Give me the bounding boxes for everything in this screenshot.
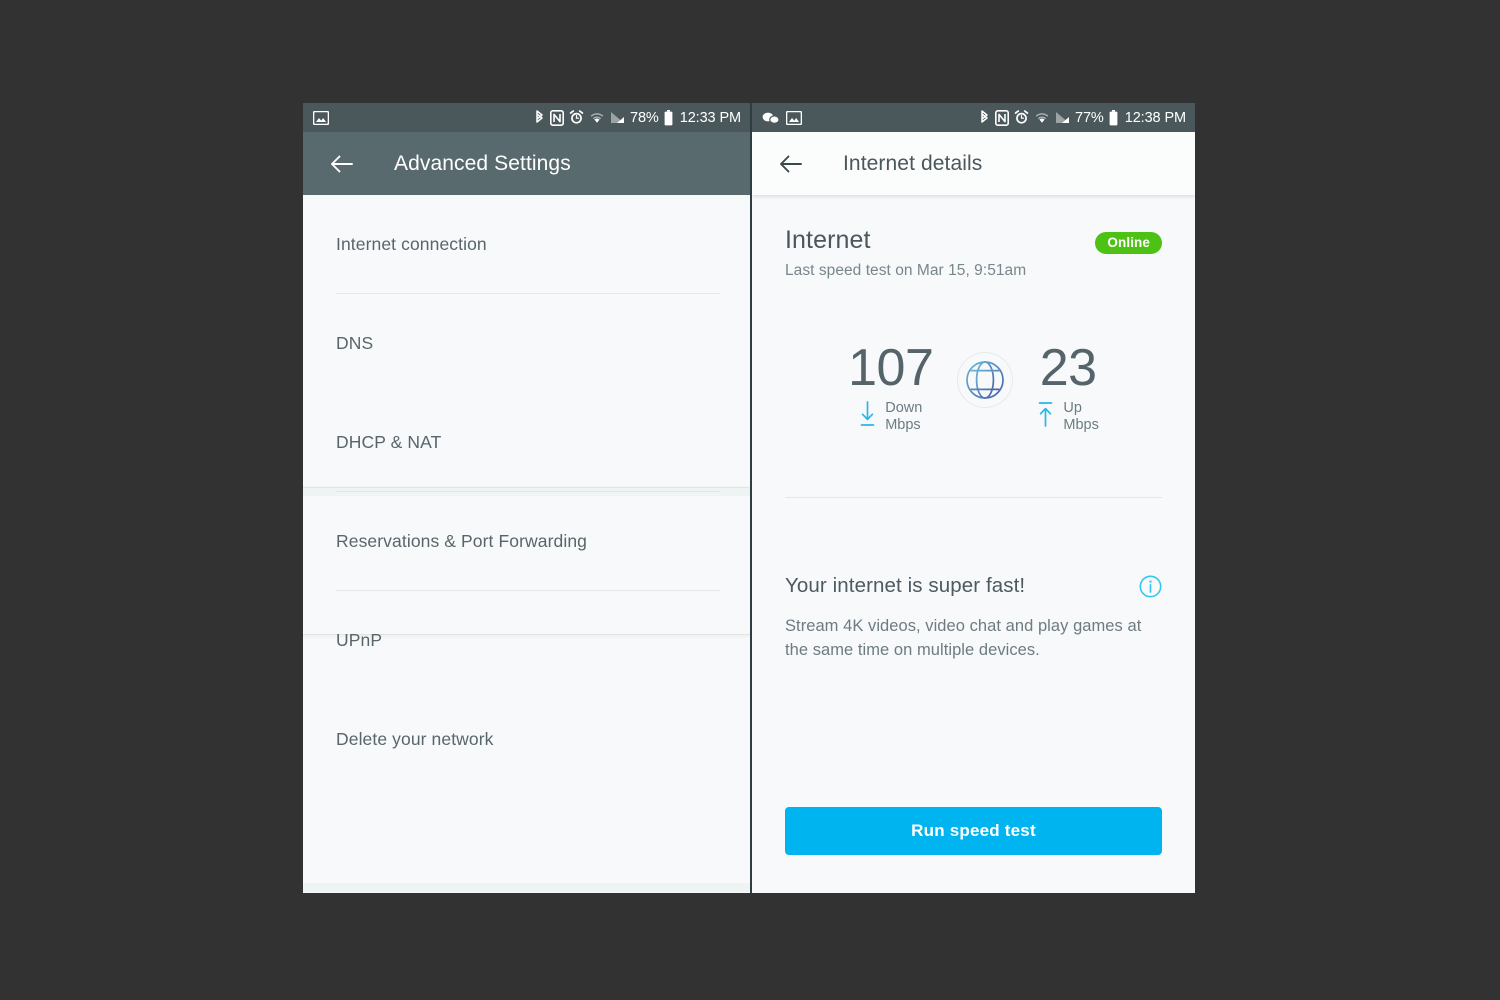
signal-icon	[1055, 111, 1070, 124]
download-arrow-icon	[859, 399, 876, 434]
upload-unit-label: Mbps	[1063, 416, 1099, 433]
page-title: Advanced Settings	[394, 151, 571, 175]
info-icon[interactable]	[1139, 575, 1162, 598]
upload-labels: Up Mbps	[1063, 400, 1098, 434]
download-speed-meta: Down Mbps	[859, 399, 922, 434]
right-status-bar: 77% 12:38 PM	[752, 103, 1195, 132]
back-arrow-icon	[780, 155, 802, 172]
section-divider	[785, 497, 1162, 499]
left-app-bar: Advanced Settings	[303, 132, 750, 195]
last-speed-test-label: Last speed test on Mar 15, 9:51am	[785, 261, 1027, 279]
upload-speed-block: 23 Up Mbps	[1037, 338, 1099, 434]
download-labels: Down Mbps	[885, 400, 922, 434]
right-phone-panel: 77% 12:38 PM Internet details Internet L…	[750, 103, 1195, 893]
upload-speed-value: 23	[1039, 338, 1097, 397]
battery-icon	[664, 109, 673, 126]
sidebar-item-label: DHCP & NAT	[336, 432, 442, 452]
chat-bubbles-icon	[762, 111, 780, 125]
upload-speed-meta: Up Mbps	[1037, 399, 1099, 434]
status-badge: Online	[1095, 232, 1162, 254]
sidebar-item-label: Delete your network	[336, 729, 494, 749]
speed-message-header: Your internet is super fast!	[785, 574, 1162, 598]
bluetooth-icon	[979, 109, 990, 126]
upload-direction-label: Up	[1063, 399, 1082, 416]
speed-message-title: Your internet is super fast!	[785, 574, 1026, 598]
internet-details-content: Internet Last speed test on Mar 15, 9:51…	[752, 195, 1195, 893]
sidebar-item-dns[interactable]: DNS	[303, 294, 750, 393]
section-divider-band	[303, 883, 750, 892]
left-status-notification-icons	[313, 110, 329, 125]
sidebar-item-dhcp-nat[interactable]: DHCP & NAT	[303, 393, 750, 492]
sidebar-item-label: Reservations & Port Forwarding	[336, 531, 588, 551]
battery-percent-label: 78%	[630, 109, 659, 126]
run-speed-test-button[interactable]: Run speed test	[785, 807, 1162, 855]
download-unit-label: Mbps	[885, 416, 921, 433]
battery-percent-label: 77%	[1075, 109, 1104, 126]
download-speed-value: 107	[848, 338, 934, 397]
alarm-icon	[1014, 110, 1029, 125]
right-app-bar: Internet details	[752, 132, 1195, 195]
sidebar-item-reservations-port-forwarding[interactable]: Reservations & Port Forwarding	[303, 492, 750, 591]
page-title: Internet details	[843, 151, 983, 175]
nfc-icon	[550, 109, 564, 126]
alarm-icon	[569, 110, 584, 125]
sidebar-item-upnp[interactable]: UPnP	[303, 591, 750, 690]
wifi-icon	[1034, 111, 1050, 124]
globe-icon	[957, 351, 1014, 408]
download-direction-label: Down	[885, 399, 923, 416]
dual-phone-screenshot: 78% 12:33 PM Advanced Settings Internet …	[303, 103, 1195, 893]
image-icon	[313, 110, 329, 125]
sidebar-item-internet-connection[interactable]: Internet connection	[303, 195, 750, 294]
advanced-settings-menu: Internet connection DNS DHCP & NAT Reser…	[303, 195, 750, 893]
internet-header: Internet Last speed test on Mar 15, 9:51…	[785, 195, 1162, 280]
speed-message-body: Stream 4K videos, video chat and play ga…	[785, 617, 1142, 659]
clock-label: 12:38 PM	[1124, 109, 1186, 126]
wifi-icon	[589, 111, 605, 124]
bluetooth-icon	[534, 109, 545, 126]
back-button[interactable]	[321, 143, 363, 185]
left-status-system-icons: 78% 12:33 PM	[534, 109, 741, 126]
sidebar-item-delete-your-network[interactable]: Delete your network	[303, 690, 750, 789]
right-status-notification-icons	[762, 110, 802, 125]
left-status-bar: 78% 12:33 PM	[303, 103, 750, 132]
left-phone-panel: 78% 12:33 PM Advanced Settings Internet …	[303, 103, 750, 893]
clock-label: 12:33 PM	[679, 109, 741, 126]
sidebar-item-label: UPnP	[336, 630, 383, 650]
download-speed-block: 107 Down Mbps	[848, 338, 934, 434]
sidebar-item-label: DNS	[336, 333, 374, 353]
image-icon	[786, 110, 802, 125]
nfc-icon	[995, 109, 1009, 126]
back-arrow-icon	[331, 155, 353, 172]
upload-arrow-icon	[1037, 399, 1054, 434]
battery-icon	[1109, 109, 1118, 126]
speed-summary: 107 Down Mbps 23 Up Mbps	[785, 338, 1162, 434]
back-button[interactable]	[770, 143, 812, 185]
right-status-system-icons: 77% 12:38 PM	[979, 109, 1186, 126]
signal-icon	[610, 111, 625, 124]
internet-header-text: Internet Last speed test on Mar 15, 9:51…	[785, 226, 1026, 280]
section-title: Internet	[785, 226, 871, 254]
sidebar-item-label: Internet connection	[336, 234, 487, 254]
